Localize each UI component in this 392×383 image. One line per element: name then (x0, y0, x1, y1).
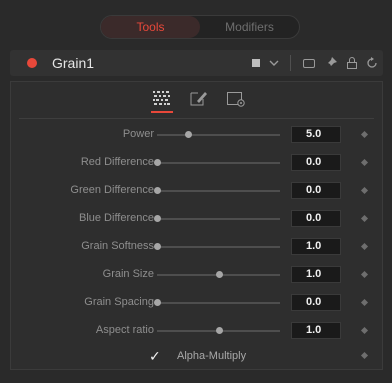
lock-icon[interactable] (344, 55, 360, 71)
alpha-multiply-checkbox[interactable]: ✓ (149, 349, 163, 363)
tab-modifiers[interactable]: Modifiers (200, 16, 299, 38)
param-label: Red Difference (80, 156, 154, 168)
param-slider[interactable] (154, 243, 280, 250)
param-value-field[interactable]: 5.0 (291, 126, 341, 143)
header-divider (290, 55, 291, 71)
keyframe-diamond-icon[interactable] (360, 351, 369, 360)
param-value-field[interactable]: 0.0 (291, 294, 341, 311)
inspector-panel: Power 5.0 Red Difference 0.0 Green Differenc… (10, 81, 383, 370)
window-icon[interactable] (301, 55, 317, 71)
color-swatch-icon[interactable] (248, 55, 264, 71)
param-label: Grain Spacing (84, 296, 154, 308)
slider-thumb[interactable] (215, 271, 223, 278)
param-slider[interactable] (154, 299, 280, 306)
param-row: Aspect ratio 1.0 (11, 317, 382, 343)
param-slider[interactable] (154, 159, 280, 166)
param-value-field[interactable]: 0.0 (291, 182, 341, 199)
alpha-multiply-row: ✓ Alpha-Multiply (11, 346, 382, 366)
tool-modifier-tabs: Tools Modifiers (100, 15, 300, 39)
keyframe-diamond-icon[interactable] (360, 270, 369, 279)
slider-thumb[interactable] (154, 243, 161, 250)
param-label: Green Difference (70, 184, 154, 196)
param-value-field[interactable]: 1.0 (291, 322, 341, 339)
panel-divider (19, 118, 374, 119)
param-value-field[interactable]: 0.0 (291, 210, 341, 227)
keyframe-diamond-icon[interactable] (360, 298, 369, 307)
param-label: Grain Softness (81, 240, 154, 252)
alpha-multiply-label: Alpha-Multiply (177, 350, 247, 362)
param-value-field[interactable]: 0.0 (291, 154, 341, 171)
keyframe-diamond-icon[interactable] (360, 242, 369, 251)
param-row: Grain Spacing 0.0 (11, 289, 382, 315)
slider-thumb[interactable] (154, 159, 161, 166)
keyframe-diamond-icon[interactable] (360, 186, 369, 195)
slider-thumb[interactable] (154, 187, 161, 194)
param-row: Grain Size 1.0 (11, 261, 382, 287)
keyframe-diamond-icon[interactable] (360, 326, 369, 335)
param-slider[interactable] (154, 215, 280, 222)
param-slider[interactable] (157, 327, 280, 334)
param-row: Grain Softness 1.0 (11, 233, 382, 259)
param-row: Green Difference 0.0 (11, 177, 382, 203)
keyframe-diamond-icon[interactable] (360, 214, 369, 223)
keyframe-diamond-icon[interactable] (360, 130, 369, 139)
param-slider[interactable] (154, 187, 280, 194)
param-slider[interactable] (157, 271, 280, 278)
slider-thumb[interactable] (184, 131, 192, 138)
paint-icon[interactable] (188, 88, 210, 108)
tool-name: Grain1 (52, 55, 95, 71)
param-label: Blue Difference (78, 212, 154, 224)
keyframe-diamond-icon[interactable] (360, 158, 369, 167)
slider-thumb[interactable] (154, 215, 161, 222)
tab-tools[interactable]: Tools (101, 16, 200, 38)
slider-thumb[interactable] (154, 299, 161, 306)
tool-header: Grain1 (10, 50, 383, 76)
param-slider[interactable] (157, 131, 280, 138)
settings-icon[interactable] (225, 88, 247, 108)
slider-thumb[interactable] (215, 327, 223, 334)
grain-pattern-icon[interactable] (151, 88, 173, 108)
reset-icon[interactable] (364, 55, 380, 71)
param-label: Grain Size (102, 268, 154, 280)
param-label: Aspect ratio (95, 324, 154, 336)
param-row: Blue Difference 0.0 (11, 205, 382, 231)
param-row: Red Difference 0.0 (11, 149, 382, 175)
param-row: Power 5.0 (11, 121, 382, 147)
param-value-field[interactable]: 1.0 (291, 266, 341, 283)
active-mode-indicator (151, 111, 173, 113)
tool-enable-icon[interactable] (27, 58, 37, 68)
pin-icon[interactable] (323, 55, 339, 71)
param-value-field[interactable]: 1.0 (291, 238, 341, 255)
param-label: Power (122, 128, 154, 140)
chevron-down-icon[interactable] (266, 55, 282, 71)
